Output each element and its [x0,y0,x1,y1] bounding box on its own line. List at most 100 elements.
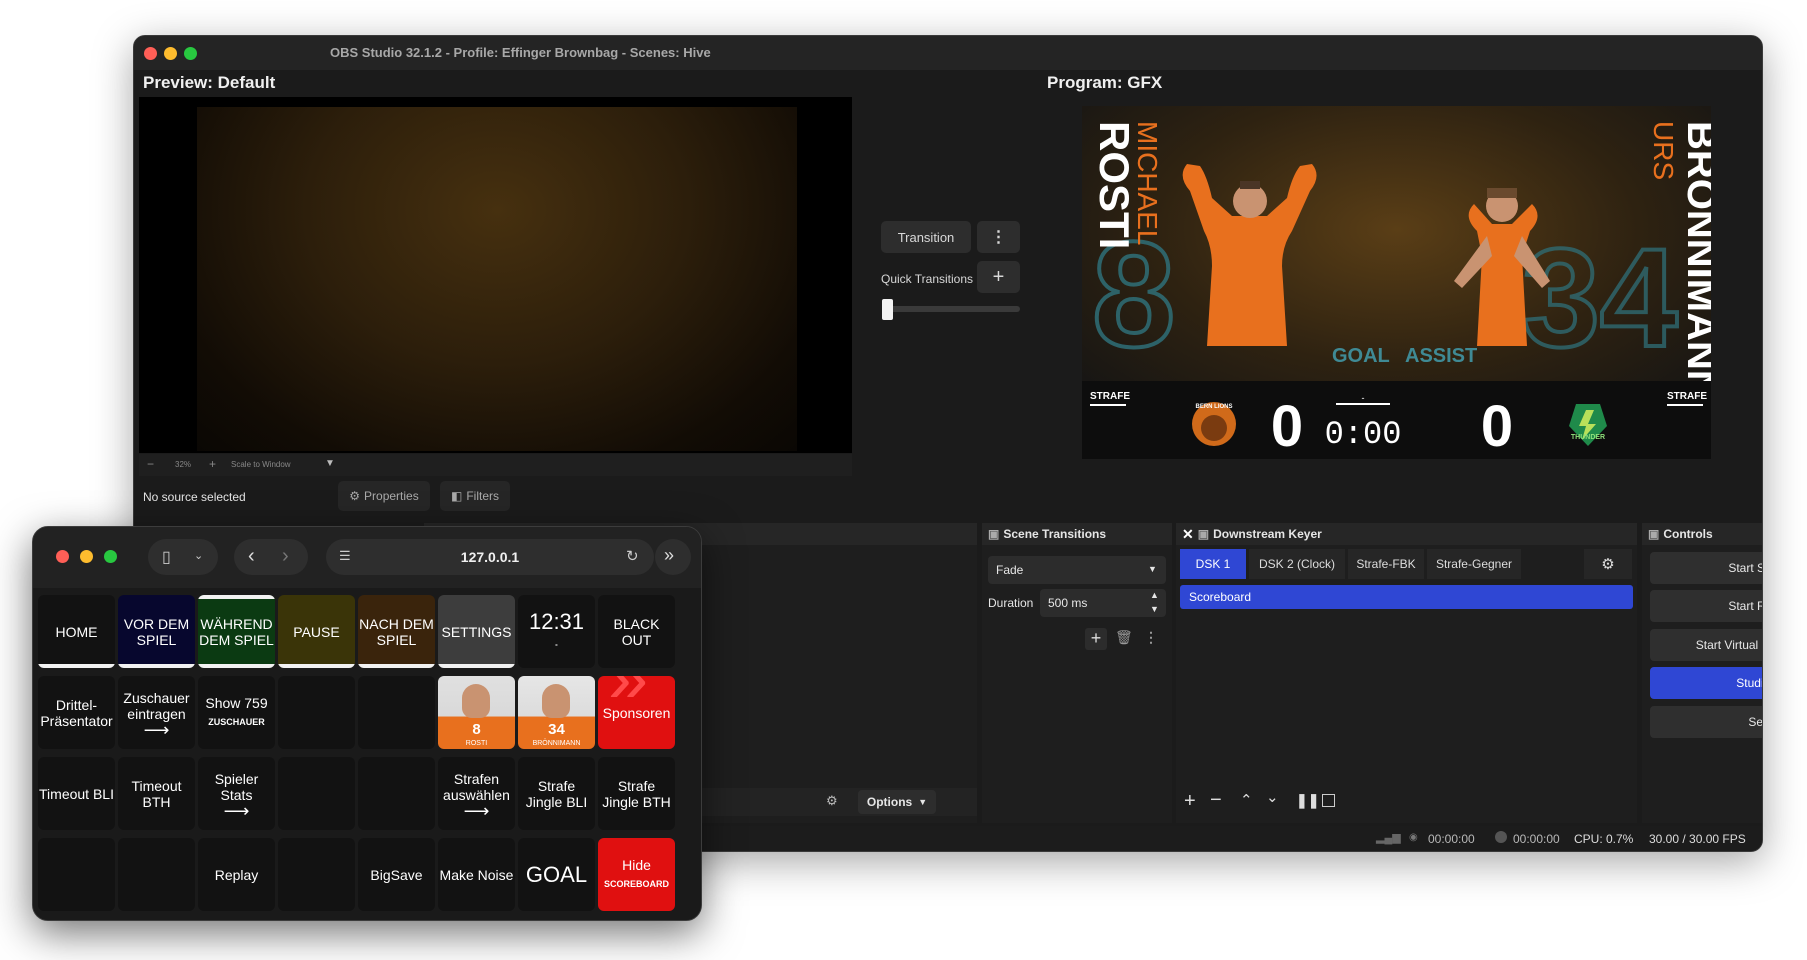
dsk-scene-item[interactable]: Scoreboard [1180,585,1633,609]
player-name: ROSTI [465,740,488,747]
deck-key-23[interactable]: Strafe Jingle BTH [598,757,675,830]
scene-transitions-title: Scene Transitions [1003,527,1107,541]
deck-key-30[interactable]: GOAL [518,838,595,911]
tab-strafe-fbk[interactable]: Strafe-FBK [1348,549,1424,579]
deck-key-31[interactable]: Hide SCOREBOARD [598,838,675,911]
pause-icon[interactable]: ❚❚ [1296,792,1319,809]
deck-key-1[interactable]: VOR DEM SPIEL [118,595,195,668]
key-label: GOAL [525,861,588,887]
deck-key-4[interactable]: NACH DEM SPIEL [358,595,435,668]
t-bar-track[interactable] [886,306,1020,312]
zoom-in-button[interactable]: + [209,457,216,471]
start-virtual-camera-button[interactable]: Start Virtual Camera [1650,629,1762,661]
filter-icon: ◧ [450,489,463,503]
deck-key-21[interactable]: Strafen auswählen ⟶ [438,757,515,830]
address-bar[interactable]: ☰ 127.0.0.1 ↻ [326,539,654,575]
zoom-out-button[interactable]: − [147,458,154,470]
deck-key-3[interactable]: PAUSE [278,595,355,668]
reload-icon[interactable]: ↻ [626,547,639,565]
more-vertical-icon[interactable]: ⋮ [1144,629,1158,646]
deck-key-29[interactable]: Make Noise [438,838,515,911]
preview-canvas[interactable] [139,97,852,453]
stop-icon[interactable] [1322,794,1335,807]
filters-button[interactable]: ◧ Filters [440,481,510,511]
deck-key-19[interactable] [278,757,355,830]
transition-button[interactable]: Transition [881,221,971,253]
studio-mode-button[interactable]: Studio Mode [1650,667,1762,699]
key-active-bar [198,664,275,668]
more-vertical-icon[interactable]: ⋮ [977,221,1020,253]
period-indicator: - [1362,393,1365,403]
maximize-window-button[interactable] [104,550,117,563]
dsk-tab-bar: DSK 1 DSK 2 (Clock) Strafe-FBK Strafe-Ge… [1176,549,1637,579]
deck-key-20[interactable] [358,757,435,830]
gear-icon[interactable]: ⚙ [826,793,838,809]
properties-button[interactable]: ⚙ Properties [338,481,430,511]
deck-key-2[interactable]: WÄHREND DEM SPIEL [198,595,275,668]
chevron-down-icon[interactable]: ▼ [325,458,335,469]
key-label: BigSave [370,866,423,883]
chevron-up-icon[interactable]: ⌃ [1240,791,1253,809]
t-bar-handle[interactable] [882,299,893,320]
chevron-up-icon[interactable]: ▲ [1150,590,1159,600]
deck-key-12[interactable] [358,676,435,749]
deck-key-15[interactable]: » Sponsoren [598,676,675,749]
deck-key-27[interactable] [278,838,355,911]
minimize-window-button[interactable] [164,47,177,60]
deck-key-8[interactable]: Drittel-Präsentator [38,676,115,749]
add-icon[interactable]: + [1184,790,1196,813]
preview-image [197,107,797,451]
quick-transitions-label: Quick Transitions [881,272,974,286]
deck-key-6[interactable]: 12:31 - [518,595,595,668]
chevron-down-icon[interactable]: ▼ [1150,604,1159,614]
minimize-window-button[interactable] [80,550,93,563]
maximize-window-button[interactable] [184,47,197,60]
home-score: 0 [1271,394,1303,459]
deck-key-18[interactable]: Spieler Stats ⟶ [198,757,275,830]
deck-key-25[interactable] [118,838,195,911]
tab-dsk-1[interactable]: DSK 1 [1180,549,1246,579]
gear-icon[interactable]: ⚙ [1584,549,1632,579]
start-recording-button[interactable]: Start Recording [1650,590,1762,622]
deck-key-26[interactable]: Replay [198,838,275,911]
deck-key-0[interactable]: HOME [38,595,115,668]
chevron-down-icon[interactable]: ⌄ [1266,788,1279,806]
deck-key-16[interactable]: Timeout BLI [38,757,115,830]
controls-dock: ▣ Controls Start Streaming Start Recordi… [1642,523,1762,823]
deck-key-5[interactable]: SETTINGS [438,595,515,668]
start-streaming-button[interactable]: Start Streaming [1650,552,1762,584]
assist-label: ASSIST [1405,345,1477,367]
sidebar-toggle[interactable]: ▯ ⌄ [148,539,218,575]
home-team-logo: BERN LIONS [1192,402,1236,446]
add-quick-transition-button[interactable]: + [977,261,1020,293]
tab-strafe-gegner[interactable]: Strafe-Gegner [1427,549,1521,579]
record-icon [1495,831,1507,843]
deck-key-11[interactable] [278,676,355,749]
scale-mode-label[interactable]: Scale to Window [231,460,291,469]
deck-key-28[interactable]: BigSave [358,838,435,911]
deck-key-17[interactable]: Timeout BTH [118,757,195,830]
deck-key-24[interactable] [38,838,115,911]
tab-dsk-2-clock[interactable]: DSK 2 (Clock) [1249,549,1345,579]
remove-icon[interactable]: − [1210,789,1222,812]
options-button[interactable]: Options ▼ [858,790,936,814]
deck-key-14[interactable]: 34 BRÖNNIMANN [518,676,595,749]
settings-button[interactable]: Settings [1650,706,1762,738]
deck-key-7[interactable]: BLACK OUT [598,595,675,668]
stream-icon: ◉ [1409,832,1418,843]
controls-header: ▣ Controls [1642,523,1762,545]
trash-icon[interactable]: 🗑 [1115,629,1133,646]
deck-key-10[interactable]: Show 759 ZUSCHAUER [198,676,275,749]
close-icon[interactable]: ✕ [1182,526,1194,543]
add-transition-button[interactable]: + [1085,628,1107,650]
duration-stepper[interactable]: 500 ms ▲ ▼ [1040,589,1166,617]
deck-key-13[interactable]: 8 ROSTI [438,676,515,749]
close-window-button[interactable] [144,47,157,60]
back-icon[interactable]: ‹ [248,545,255,568]
more-tabs-button[interactable]: » [655,539,691,575]
forward-icon[interactable]: › [282,545,289,568]
transition-type-select[interactable]: Fade ▼ [988,556,1166,584]
deck-key-22[interactable]: Strafe Jingle BLI [518,757,595,830]
close-window-button[interactable] [56,550,69,563]
deck-key-9[interactable]: Zuschauer eintragen ⟶ [118,676,195,749]
